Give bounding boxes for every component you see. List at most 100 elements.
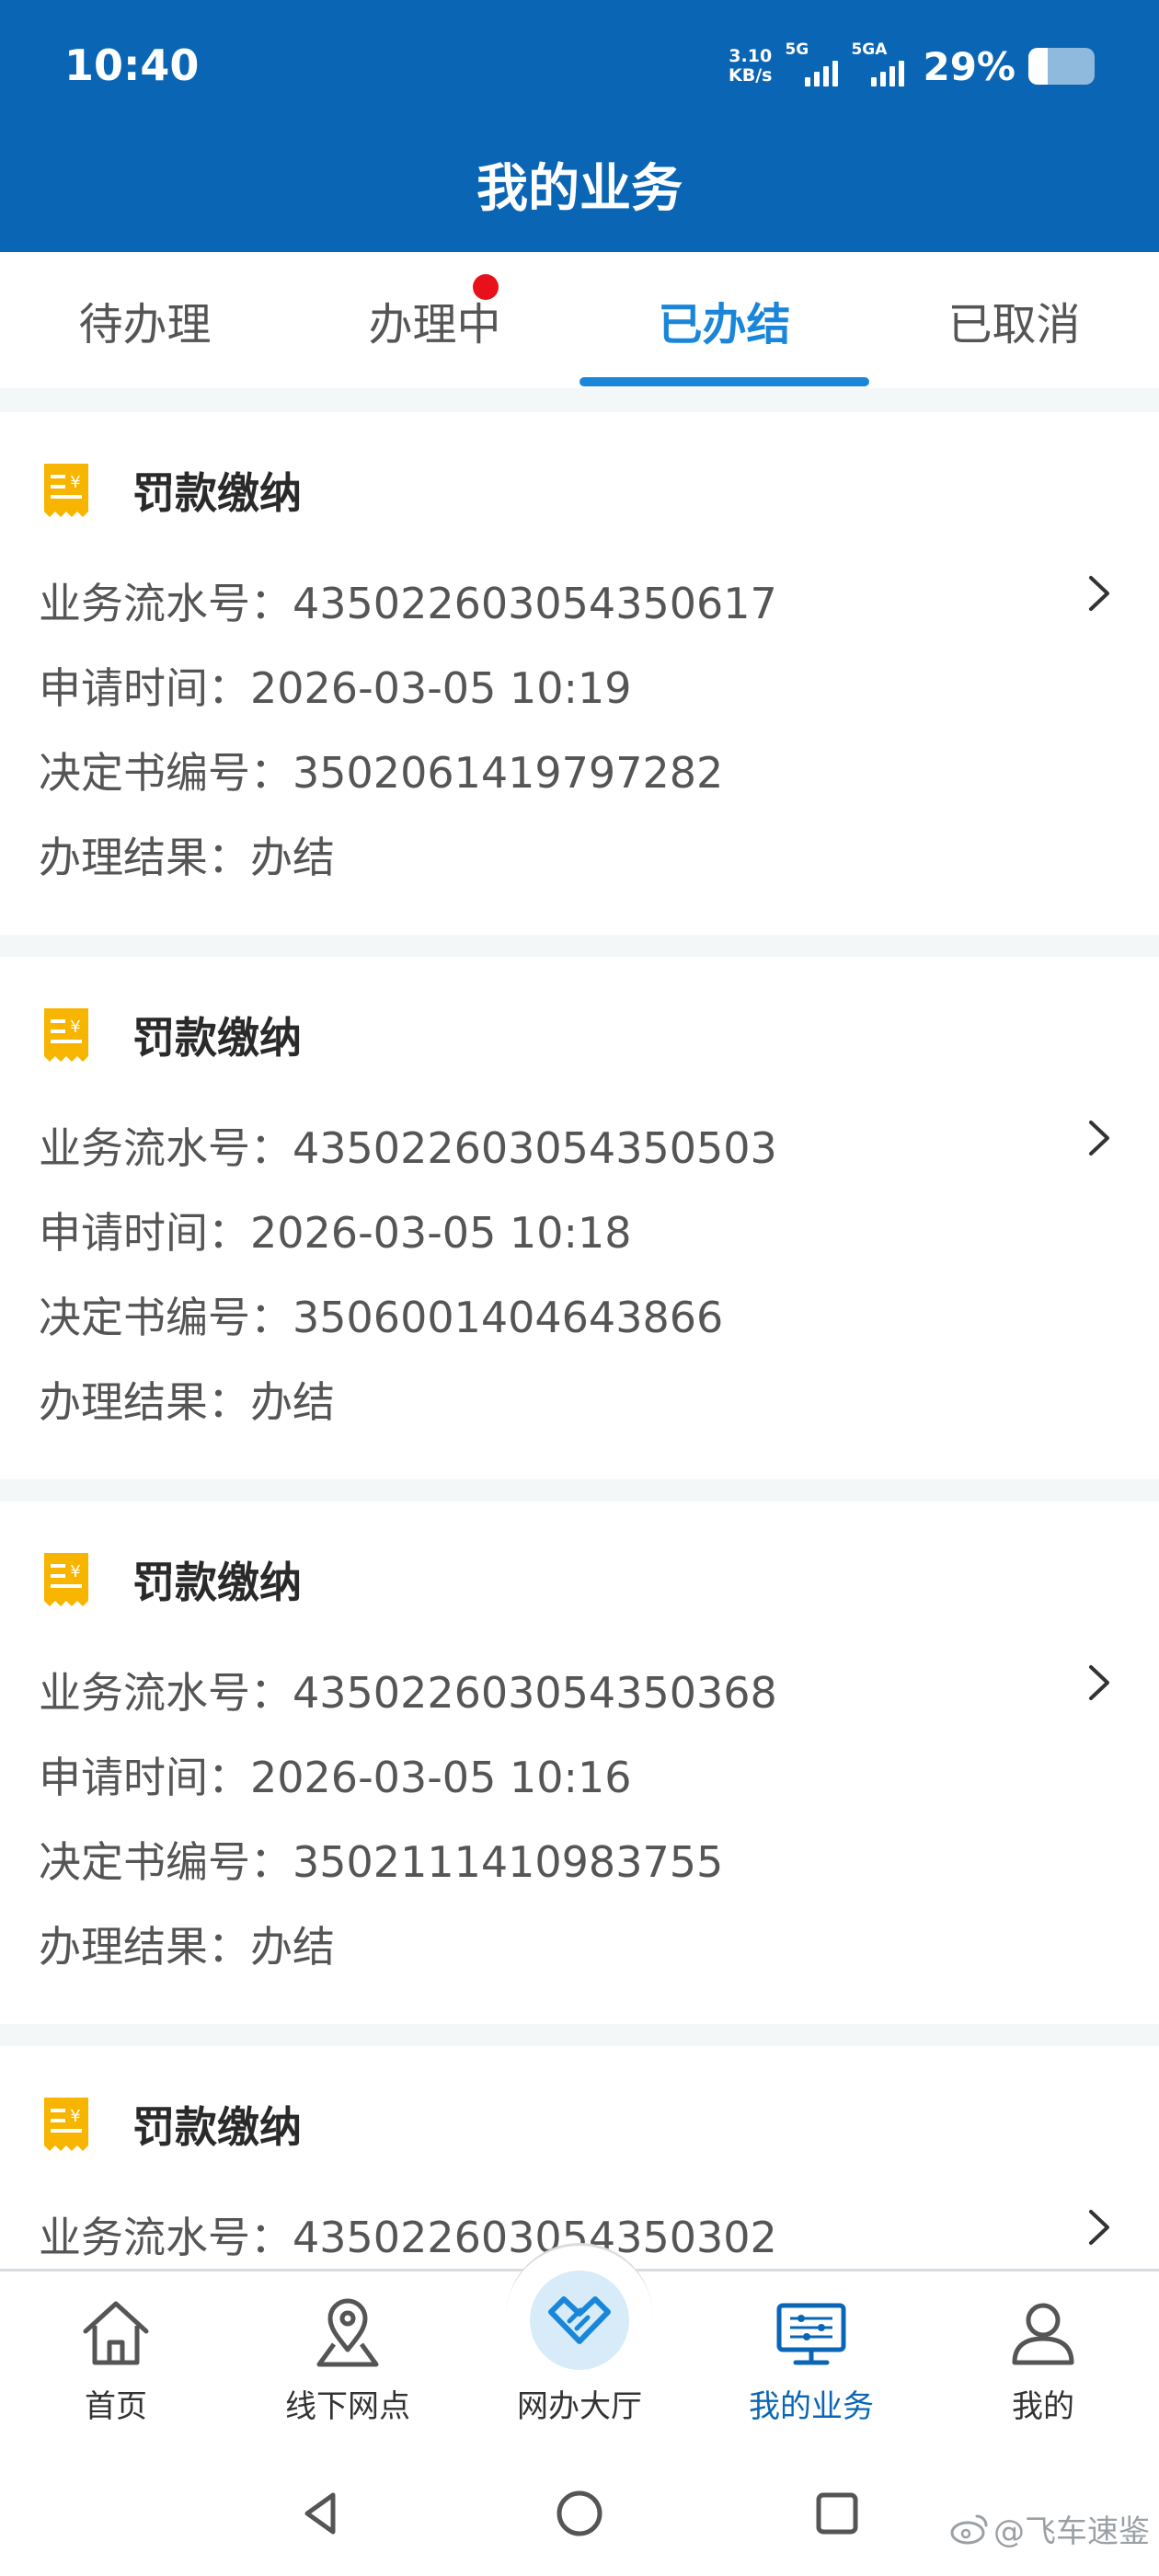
serial-value: 435022603054350617 [293, 579, 777, 628]
receipt-icon: ¥ [44, 464, 88, 517]
svg-text:¥: ¥ [70, 1018, 80, 1037]
result-label: 办理结果： [39, 833, 250, 882]
net-speed-unit: KB/s [729, 65, 773, 86]
chevron-right-icon [1089, 1121, 1109, 1156]
status-time: 10:40 [64, 40, 200, 90]
time-row: 申请时间：2026-03-05 10:18 [39, 1200, 632, 1260]
tab-label: 待办理 [78, 299, 212, 351]
record-card[interactable]: ¥ 罚款缴纳 业务流水号：435022603054350617 申请时间：202… [0, 412, 1159, 935]
time-value: 2026-03-05 10:16 [250, 1753, 632, 1802]
time-value: 2026-03-05 10:19 [250, 663, 632, 713]
result-value: 办结 [250, 1922, 335, 1972]
serial-label: 业务流水号： [39, 579, 293, 628]
record-title: 罚款缴纳 [132, 1558, 302, 1607]
tab-pending[interactable]: 待办理 [0, 252, 290, 388]
nav-my-business[interactable]: 我的业务 [695, 2282, 927, 2429]
svg-text:¥: ¥ [70, 1562, 80, 1581]
result-value: 办结 [250, 1377, 335, 1427]
battery-icon [1028, 48, 1095, 85]
serial-label: 业务流水号： [39, 2213, 293, 2262]
watermark: @飞车速鉴 [949, 2506, 1150, 2551]
result-label: 办理结果： [39, 1377, 250, 1427]
chevron-right-icon [1089, 1665, 1109, 1700]
signal2-label: 5GA [851, 40, 888, 59]
home-icon [83, 2301, 149, 2365]
chevron-right-icon [1089, 2210, 1109, 2245]
status-icons: 3.10 KB/s 5G 5GA 29% [729, 40, 1095, 92]
nav-label: 线下网点 [285, 2388, 410, 2425]
weibo-icon [950, 2514, 988, 2544]
signal-5g-icon: 5G [785, 40, 839, 86]
decision-row: 决定书编号：3502111410983755 [39, 1829, 723, 1890]
receipt-icon: ¥ [44, 1008, 88, 1062]
location-pin-icon [316, 2298, 379, 2367]
serial-value: 435022603054350368 [293, 1668, 777, 1718]
record-card[interactable]: ¥ 罚款缴纳 业务流水号：435022603054350503 申请时间：202… [0, 957, 1159, 1479]
watermark-text: @飞车速鉴 [993, 2513, 1150, 2550]
status-tabs: 待办理 办理中 已办结 已取消 [0, 252, 1159, 388]
time-label: 申请时间： [39, 663, 250, 713]
decision-label: 决定书编号： [39, 1293, 293, 1342]
network-speed: 3.10 KB/s [729, 47, 772, 86]
decision-row: 决定书编号：3506001404643866 [39, 1284, 723, 1345]
nav-mine[interactable]: 我的 [927, 2282, 1159, 2429]
svg-text:¥: ¥ [70, 2107, 80, 2126]
record-card[interactable]: ¥ 罚款缴纳 业务流水号：435022603054350368 申请时间：202… [0, 1501, 1159, 2024]
signal1-label: 5G [785, 40, 809, 59]
tab-completed[interactable]: 已办结 [580, 252, 869, 388]
battery-percent: 29% [923, 43, 1016, 89]
serial-value: 435022603054350503 [293, 1123, 777, 1173]
result-row: 办理结果：办结 [39, 1914, 335, 1974]
time-row: 申请时间：2026-03-05 10:19 [39, 655, 632, 716]
online-hall-badge [530, 2271, 629, 2370]
serial-row: 业务流水号：435022603054350617 [39, 570, 777, 631]
app-header: 10:40 3.10 KB/s 5G 5GA 29% 我的业务 [0, 0, 1159, 252]
time-label: 申请时间： [39, 1753, 250, 1802]
receipt-icon: ¥ [44, 2098, 88, 2151]
battery-fill [1028, 48, 1048, 85]
tab-label: 已办结 [658, 299, 791, 351]
nav-label: 我的 [1012, 2388, 1074, 2425]
serial-label: 业务流水号： [39, 1668, 293, 1718]
tab-in-progress[interactable]: 办理中 [290, 252, 580, 388]
notification-badge [473, 274, 499, 300]
time-label: 申请时间： [39, 1208, 250, 1258]
nav-home[interactable]: 首页 [0, 2282, 232, 2429]
nav-offline-outlets[interactable]: 线下网点 [232, 2282, 464, 2429]
tab-label: 已取消 [947, 299, 1081, 351]
nav-label: 网办大厅 [517, 2388, 642, 2425]
monitor-icon [776, 2303, 846, 2365]
net-speed-value: 3.10 [729, 46, 773, 66]
recents-icon[interactable] [809, 2486, 865, 2541]
decision-label: 决定书编号： [39, 1837, 293, 1887]
user-icon [1012, 2303, 1074, 2365]
decision-value: 3502061419797282 [293, 748, 724, 798]
serial-row: 业务流水号：435022603054350368 [39, 1660, 777, 1720]
time-row: 申请时间：2026-03-05 10:16 [39, 1744, 632, 1805]
receipt-icon: ¥ [44, 1553, 88, 1606]
decision-value: 3502111410983755 [293, 1837, 724, 1887]
serial-label: 业务流水号： [39, 1123, 293, 1173]
home-circle-icon[interactable] [552, 2486, 607, 2541]
tab-cancelled[interactable]: 已取消 [869, 252, 1159, 388]
decision-row: 决定书编号：3502061419797282 [39, 740, 723, 800]
chevron-right-icon [1089, 576, 1109, 611]
svg-text:¥: ¥ [70, 473, 80, 492]
serial-row: 业务流水号：435022603054350503 [39, 1115, 777, 1176]
handshake-icon [548, 2296, 611, 2344]
record-title: 罚款缴纳 [132, 2102, 302, 2152]
result-value: 办结 [250, 833, 335, 882]
back-icon[interactable] [294, 2486, 350, 2541]
serial-row: 业务流水号：435022603054350302 [39, 2204, 777, 2265]
nav-label: 首页 [85, 2388, 147, 2425]
result-row: 办理结果：办结 [39, 1369, 335, 1430]
record-title: 罚款缴纳 [132, 468, 302, 518]
page-title: 我的业务 [476, 159, 683, 219]
time-value: 2026-03-05 10:18 [250, 1208, 632, 1258]
result-row: 办理结果：办结 [39, 824, 335, 885]
result-label: 办理结果： [39, 1922, 250, 1972]
serial-value: 435022603054350302 [293, 2213, 777, 2262]
nav-online-hall[interactable]: 网办大厅 [464, 2271, 695, 2429]
decision-label: 决定书编号： [39, 748, 293, 798]
record-title: 罚款缴纳 [132, 1013, 302, 1063]
